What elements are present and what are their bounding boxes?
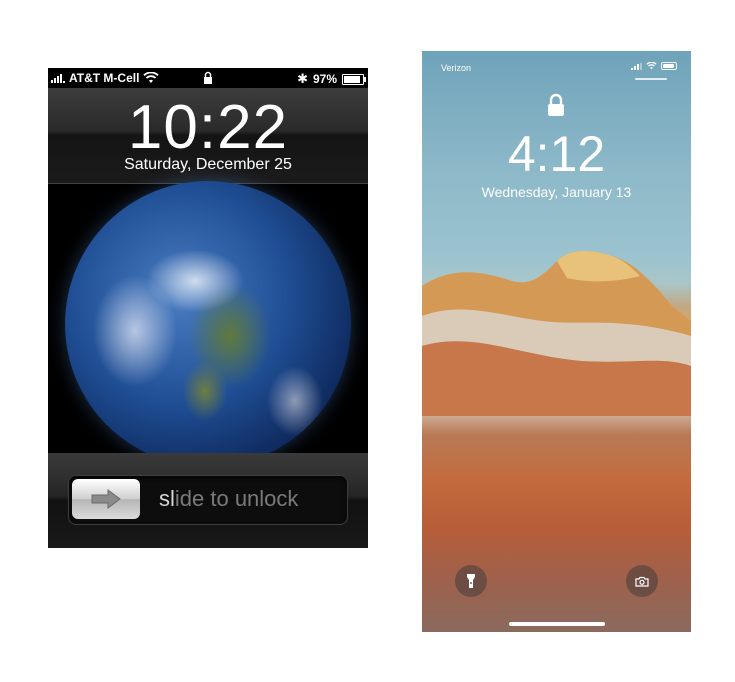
lock-icon [204,71,212,84]
flashlight-button[interactable] [455,565,487,597]
carrier-name: Verizon [441,63,472,73]
classic-lock-screen: AT&T M-Cell ✱ 97% 10:22 Saturday, Decemb… [48,68,368,548]
control-center-indicator[interactable] [635,78,667,80]
lock-date: Saturday, December 25 [124,156,292,173]
wifi-icon [143,72,160,83]
lock-time: 4:12 [507,126,606,182]
clock-panel: 10:22 Saturday, December 25 [48,88,368,184]
status-bar: AT&T M-Cell ✱ 97% [48,68,368,88]
battery-icon [342,73,366,85]
camera-icon [635,576,649,587]
battery-percent: 97% [312,72,337,86]
camera-button[interactable] [626,565,658,597]
unlock-panel: slide to unlock [48,453,368,548]
battery-icon [661,62,677,70]
lock-time: 10:22 [127,93,289,162]
flashlight-icon [467,574,475,588]
signal-icon [631,62,642,70]
carrier-name: AT&T M-Cell [69,71,140,85]
bluetooth-icon: ✱ [297,71,308,86]
slide-to-unlock-knob[interactable] [72,479,140,519]
lock-icon [548,93,564,116]
arrow-right-icon [91,489,121,509]
modern-lock-screen: Verizon 4:12 Wednesday, January 13 [422,51,691,632]
rock-formation-wallpaper [422,251,691,416]
slide-to-unlock-label: slide to unlock [159,486,299,511]
slide-to-unlock-track[interactable]: slide to unlock [68,475,348,525]
home-indicator[interactable] [509,622,605,626]
wifi-icon [646,62,657,70]
lock-date: Wednesday, January 13 [481,184,632,200]
status-icons [631,62,677,70]
signal-icon [51,73,65,83]
earth-wallpaper [65,181,351,467]
